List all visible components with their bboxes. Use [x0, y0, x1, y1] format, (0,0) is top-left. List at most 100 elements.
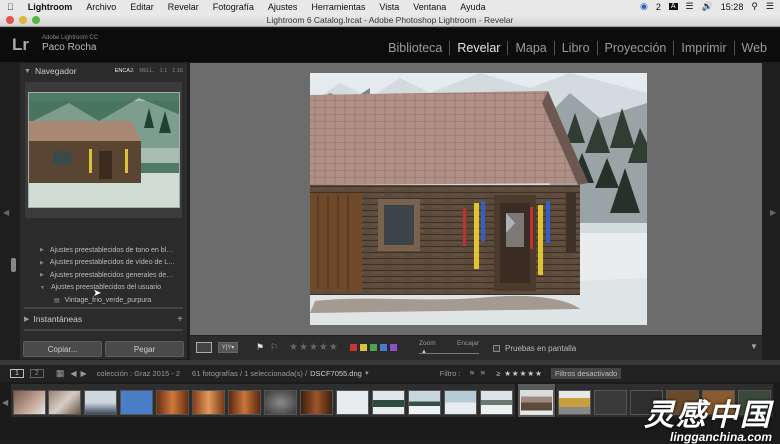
loupe-view-icon[interactable] — [196, 342, 212, 353]
filmstrip-scroll-left-icon[interactable]: ◀ — [2, 398, 8, 407]
color-label-purple[interactable] — [390, 344, 397, 351]
filter-dropdown[interactable]: Filtros desactivado — [550, 368, 622, 379]
add-snapshot-button[interactable]: + — [177, 314, 183, 325]
selected-filename[interactable]: DSCF7055.dng — [310, 369, 362, 378]
menu-lightroom[interactable]: Lightroom — [21, 2, 80, 12]
filmstrip-thumbnail[interactable] — [118, 384, 155, 417]
close-window-button[interactable] — [6, 16, 14, 24]
soft-proof-checkbox[interactable] — [493, 345, 500, 352]
toolbar-menu-icon[interactable]: ▼ — [750, 342, 758, 351]
left-panel-scrollbar[interactable] — [11, 258, 16, 272]
menu-ajustes[interactable]: Ajustes — [261, 2, 305, 12]
module-libro[interactable]: Libro — [555, 41, 598, 55]
search-icon[interactable]: ⚲ — [751, 1, 758, 12]
filmstrip-thumbnail[interactable] — [334, 384, 371, 417]
filmstrip-thumbnail[interactable] — [11, 384, 48, 417]
color-labels — [350, 344, 400, 353]
star-icon[interactable]: ★ — [319, 342, 328, 353]
menu-archivo[interactable]: Archivo — [79, 2, 123, 12]
before-after-view-icon[interactable]: Y|Y▾ — [218, 342, 238, 353]
preset-folder-video[interactable]: ▶ Ajustes preestablecidos de vídeo de L… — [20, 257, 187, 270]
module-revelar[interactable]: Revelar — [450, 41, 509, 55]
page-2-button[interactable]: 2 — [29, 369, 44, 378]
flag-icon[interactable]: ⚑ — [256, 342, 264, 353]
snapshots-header[interactable]: ▶ Instantáneas + — [20, 311, 187, 327]
filmstrip-thumbnail[interactable] — [370, 384, 407, 417]
filter-flag-icon[interactable]: ⚑ — [479, 369, 486, 378]
grid-view-icon[interactable]: ▦ — [56, 368, 65, 379]
main-photo[interactable] — [310, 73, 647, 325]
zoom-option-fit[interactable]: ENCAJ. — [115, 68, 135, 74]
filter-stars[interactable]: ★★★★★ — [504, 369, 543, 378]
color-label-blue[interactable] — [380, 344, 387, 351]
filmstrip-thumbnail[interactable] — [406, 384, 443, 417]
preset-item-vintage[interactable]: ▤ Vintage_frio_verde_purpura — [20, 294, 187, 307]
preset-folder-user[interactable]: ▼ Ajustes preestablecidos del usuario — [20, 282, 187, 295]
module-biblioteca[interactable]: Biblioteca — [381, 41, 451, 55]
zoom-option-fill[interactable]: RELL. — [139, 68, 154, 74]
preset-folder-general[interactable]: ▶ Ajustes preestablecidos generales de… — [20, 269, 187, 282]
menu-ayuda[interactable]: Ayuda — [453, 2, 492, 12]
page-1-button[interactable]: 1 — [10, 369, 24, 378]
zoom-slider[interactable] — [419, 353, 479, 354]
list-icon[interactable]: ☰ — [766, 1, 774, 12]
paste-button[interactable]: Pegar — [105, 341, 184, 357]
zoom-option-1-1[interactable]: 1:1 — [160, 68, 168, 74]
menu-editar[interactable]: Editar — [123, 2, 161, 12]
minimize-window-button[interactable] — [19, 16, 27, 24]
color-label-red[interactable] — [350, 344, 357, 351]
menu-fotografia[interactable]: Fotografía — [206, 2, 261, 12]
wifi-icon[interactable]: ☰ — [686, 1, 694, 12]
filmstrip-thumbnail[interactable] — [298, 384, 335, 417]
navigator-preview[interactable] — [25, 82, 182, 218]
filename-dropdown-icon[interactable]: ▼ — [364, 371, 370, 377]
sync-icon[interactable]: ◉ — [640, 1, 648, 12]
filmstrip-thumbnail[interactable] — [190, 384, 227, 417]
filter-rating-icon[interactable]: ≥ — [496, 369, 500, 378]
color-label-yellow[interactable] — [360, 344, 367, 351]
volume-icon[interactable]: 🔊 — [702, 1, 713, 12]
filmstrip-thumbnail[interactable] — [556, 384, 593, 417]
filmstrip-thumbnail-selected[interactable] — [518, 384, 555, 417]
menu-vista[interactable]: Vista — [372, 2, 406, 12]
menu-extras: ◉ 2 A ☰ 🔊 15:28 ⚲ ☰ — [640, 0, 774, 13]
star-icon[interactable]: ★ — [299, 342, 308, 353]
image-viewer[interactable] — [190, 63, 762, 335]
apple-menu-icon[interactable]:  — [0, 2, 21, 12]
star-icon[interactable]: ★ — [309, 342, 318, 353]
navigator-header[interactable]: ▼ Navegador ENCAJ. RELL. 1:1 1:16 — [20, 63, 187, 79]
filmstrip-thumbnail[interactable] — [592, 384, 629, 417]
module-imprimir[interactable]: Imprimir — [674, 41, 735, 55]
filmstrip-thumbnail[interactable] — [46, 384, 83, 417]
module-proyeccion[interactable]: Proyección — [598, 41, 675, 55]
forward-arrow-icon[interactable]: ▶ — [80, 369, 86, 378]
back-arrow-icon[interactable]: ◀ — [70, 369, 76, 378]
filmstrip-thumbnail[interactable] — [442, 384, 479, 417]
left-panel-toggle-icon[interactable]: ◀ — [3, 208, 9, 217]
adobe-icon[interactable]: A — [668, 3, 678, 10]
star-icon[interactable]: ★ — [289, 342, 298, 353]
copy-button[interactable]: Copiar... — [23, 341, 102, 357]
preset-folder-bw-tone[interactable]: ▶ Ajustes preestablecidos de tono en bl… — [20, 244, 187, 257]
filmstrip-thumbnail[interactable] — [82, 384, 119, 417]
filmstrip-thumbnail[interactable] — [226, 384, 263, 417]
clock-time[interactable]: 15:28 — [721, 2, 744, 12]
filmstrip-thumbnail[interactable] — [478, 384, 515, 417]
menu-herramientas[interactable]: Herramientas — [304, 2, 372, 12]
filter-flag-icon[interactable]: ⚑ — [469, 369, 476, 378]
color-label-green[interactable] — [370, 344, 377, 351]
star-icon[interactable]: ★ — [329, 342, 338, 353]
zoom-window-button[interactable] — [32, 16, 40, 24]
module-mapa[interactable]: Mapa — [508, 41, 555, 55]
zoom-option-1-16[interactable]: 1:16 — [172, 68, 183, 74]
module-web[interactable]: Web — [735, 41, 774, 55]
collection-name[interactable]: colección : Graz 2015 - 2 — [97, 369, 180, 378]
right-panel-toggle-icon[interactable]: ▶ — [770, 208, 776, 217]
filmstrip-thumbnail[interactable] — [154, 384, 191, 417]
zoom-slider-thumb[interactable]: ▲ — [421, 349, 427, 355]
menu-revelar[interactable]: Revelar — [161, 2, 206, 12]
star-rating[interactable]: ★★★★★ — [289, 342, 339, 353]
filmstrip-thumbnail[interactable] — [262, 384, 299, 417]
reject-flag-icon[interactable]: ⚐ — [270, 342, 278, 353]
menu-ventana[interactable]: Ventana — [406, 2, 453, 12]
